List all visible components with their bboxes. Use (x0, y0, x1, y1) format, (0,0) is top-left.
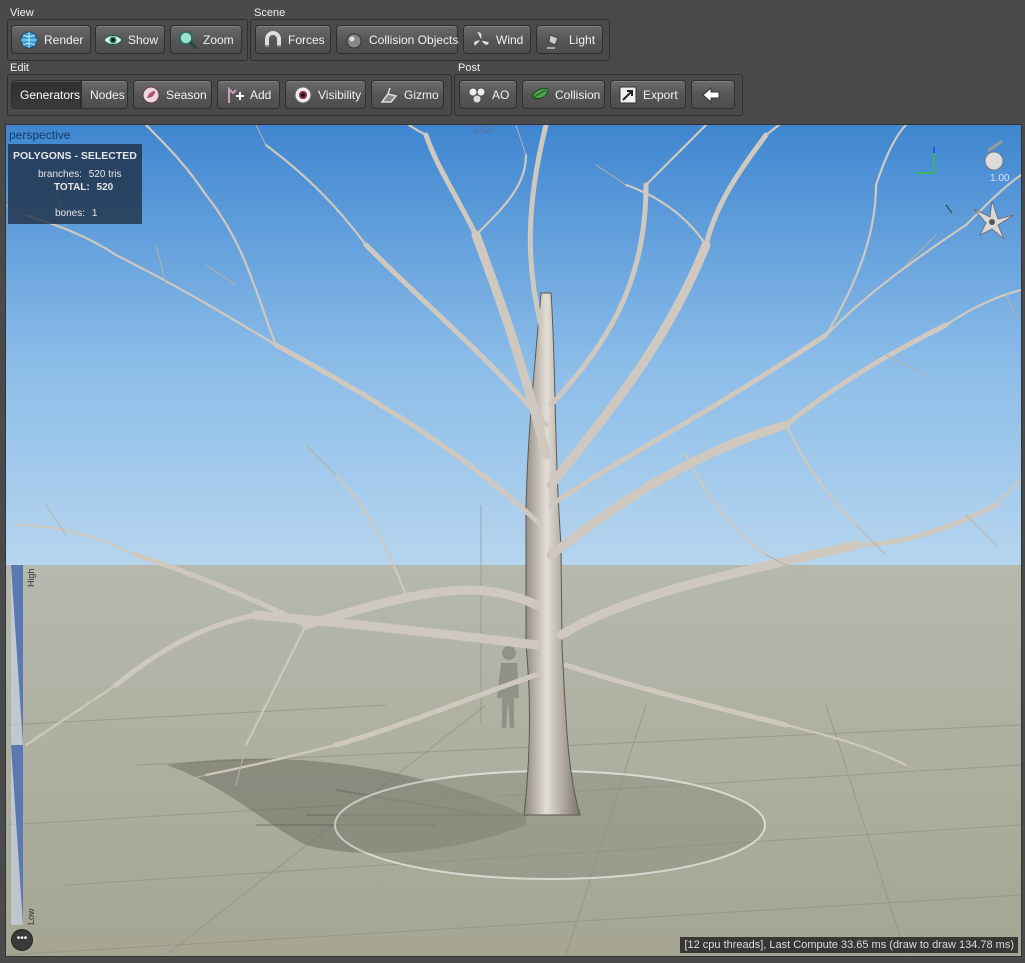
tab-generators-label: Generators (20, 87, 81, 102)
ao-label: AO (492, 87, 510, 102)
collision-button[interactable]: Collision (522, 80, 605, 109)
add-icon (228, 86, 244, 103)
branches-label: branches: (38, 169, 82, 180)
add-button[interactable]: Add (217, 80, 280, 109)
ground-plane (6, 565, 1021, 956)
scale-high-label: High (26, 568, 36, 587)
collision-label: Collision (555, 87, 601, 102)
eye-icon (103, 34, 123, 45)
magnet-icon (265, 30, 281, 47)
export-icon (619, 86, 637, 103)
tab-generators[interactable]: Generators (11, 80, 81, 109)
light-button[interactable]: Light (536, 25, 603, 54)
tab-nodes[interactable]: Nodes (81, 80, 128, 109)
coordinate-readout: -2.62 (469, 125, 492, 136)
polygons-heading: POLYGONS - SELECTED (13, 150, 137, 162)
total-value: 520 (96, 182, 114, 193)
export-label: Export (643, 87, 678, 102)
bones-value: 1 (91, 208, 98, 219)
view-group-label: View (10, 7, 34, 19)
visibility-label: Visibility (318, 87, 362, 102)
status-bar: [12 cpu threads], Last Compute 33.65 ms … (680, 937, 1018, 953)
scale-low-label: Low (26, 908, 36, 925)
bones-row: bones: 1 (55, 208, 97, 219)
collision-objects-label: Collision Objects (369, 32, 459, 47)
show-label: Show (128, 32, 159, 47)
tab-nodes-label: Nodes (90, 87, 125, 102)
gizmo-label: Gizmo (404, 87, 439, 102)
fan-icon (473, 31, 490, 46)
arrow-left-icon (701, 86, 719, 103)
show-button[interactable]: Show (95, 25, 165, 54)
edit-group-label: Edit (10, 62, 29, 74)
branches-value: 520 (88, 169, 106, 180)
gizmo-icon (380, 87, 398, 103)
gizmo-button[interactable]: Gizmo (371, 80, 444, 109)
perspective-viewport[interactable]: perspective -2.62 1.00 POLYGONS - SELECT… (5, 124, 1022, 957)
more-options-button[interactable]: ••• (11, 929, 33, 951)
lamp-icon (547, 33, 559, 49)
leaf-season-icon (142, 86, 160, 103)
render-button[interactable]: Render (11, 25, 91, 54)
branches-row: branches: 520 tris (38, 169, 122, 180)
forces-label: Forces (288, 32, 325, 47)
season-label: Season (166, 87, 207, 102)
viewport-title: perspective (9, 128, 71, 142)
density-scale-bar (11, 565, 23, 925)
light-label: Light (569, 32, 596, 47)
export-button[interactable]: Export (610, 80, 686, 109)
gizmo-value: 1.00 (990, 173, 1010, 184)
visibility-button[interactable]: Visibility (285, 80, 366, 109)
ao-icon (468, 87, 486, 103)
ao-button[interactable]: AO (459, 80, 517, 109)
eyeball-icon (294, 86, 312, 103)
post-group-label: Post (458, 62, 481, 74)
forces-button[interactable]: Forces (255, 25, 331, 54)
collision-leaf-icon (531, 87, 549, 99)
total-row: TOTAL: 520 (54, 182, 113, 193)
zoom-button[interactable]: Zoom (170, 25, 242, 54)
wind-button[interactable]: Wind (463, 25, 531, 54)
polygons-panel: POLYGONS - SELECTED branches: 520 tris T… (8, 144, 142, 224)
wind-label: Wind (496, 32, 524, 47)
globe-icon (20, 31, 38, 48)
branches-unit: tris (108, 169, 122, 180)
scene-group-label: Scene (254, 7, 286, 19)
render-label: Render (44, 32, 84, 47)
total-label: TOTAL: (54, 182, 90, 193)
zoom-label: Zoom (203, 32, 234, 47)
scene-canvas[interactable] (6, 125, 1021, 956)
season-button[interactable]: Season (133, 80, 212, 109)
magnifier-icon (179, 30, 198, 49)
collision-objects-button[interactable]: Collision Objects (336, 25, 458, 54)
back-button[interactable] (691, 80, 735, 109)
add-label: Add (250, 87, 272, 102)
sphere-icon (346, 33, 362, 48)
bones-label: bones: (55, 208, 86, 219)
